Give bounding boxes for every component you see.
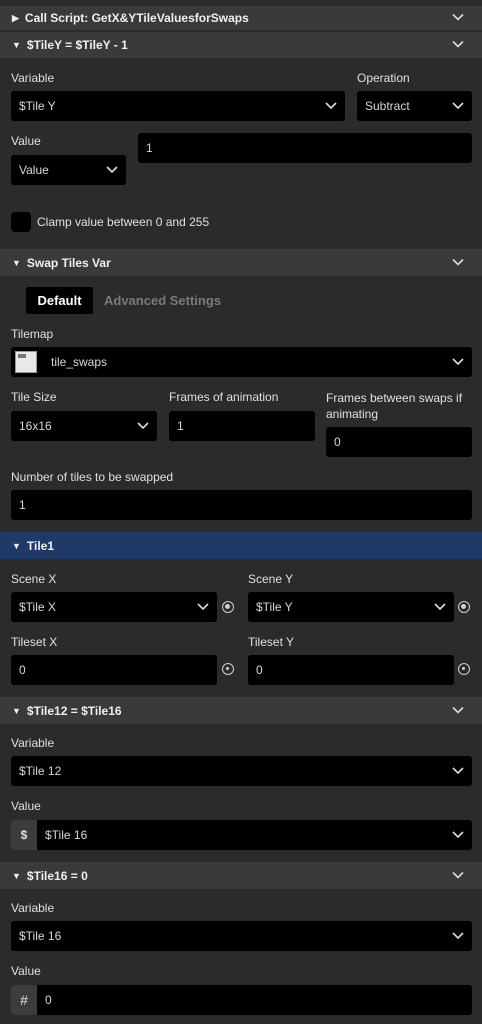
value-input[interactable]: 1	[138, 133, 472, 163]
radio-target-icon[interactable]	[458, 601, 470, 613]
number-prefix-button[interactable]: #	[11, 985, 37, 1015]
clamp-label: Clamp value between 0 and 255	[37, 215, 210, 229]
tile16-variable-value: $Tile 16	[19, 929, 62, 943]
chevron-down-icon[interactable]	[452, 870, 464, 880]
frames-between-value: 0	[334, 435, 341, 449]
caret-down-icon: ▼	[12, 40, 21, 50]
caret-down-icon: ▼	[12, 870, 21, 881]
swap-tiles-header[interactable]: ▼ Swap Tiles Var	[0, 249, 482, 276]
tileset-x-label: Tileset X	[11, 635, 58, 649]
call-script-title: Call Script: GetX&YTileValuesforSwaps	[24, 11, 249, 25]
swap-tiles-title: Swap Tiles Var	[26, 255, 111, 270]
tile12-header[interactable]: ▼ $Tile12 = $Tile16	[0, 697, 482, 724]
tile16-variable-select[interactable]: $Tile 16	[11, 921, 472, 951]
tile16-value-input[interactable]: # 0	[11, 985, 472, 1015]
tile16-value-value: 0	[45, 993, 52, 1007]
chevron-down-icon	[452, 358, 464, 366]
chevron-down-icon	[106, 166, 118, 174]
tile12-value-label: Value	[11, 799, 41, 813]
tileset-x-input[interactable]: 0	[11, 655, 217, 685]
chevron-down-icon[interactable]	[452, 40, 464, 50]
tile12-value-value: $Tile 16	[45, 828, 88, 842]
scene-x-select[interactable]: $Tile X	[11, 592, 217, 622]
tileset-y-value: 0	[256, 663, 263, 677]
frames-between-label: Frames between swaps if animating	[326, 391, 463, 421]
caret-down-icon: ▼	[12, 705, 21, 716]
num-tiles-label: Number of tiles to be swapped	[11, 470, 174, 484]
scene-x-label: Scene X	[11, 572, 57, 586]
tile12-variable-value: $Tile 12	[19, 764, 62, 778]
tile12-value-select[interactable]: $ $Tile 16	[11, 820, 472, 850]
chevron-down-icon	[452, 767, 464, 775]
tile1-title: Tile1	[26, 538, 55, 553]
tile16-variable-label: Variable	[11, 901, 55, 915]
tile16-title: $Tile16 = 0	[26, 868, 88, 883]
radio-target-icon[interactable]	[458, 663, 470, 675]
radio-target-icon[interactable]	[222, 601, 234, 613]
scene-y-label: Scene Y	[248, 572, 294, 586]
value-label: Value	[11, 134, 41, 148]
tile12-title: $Tile12 = $Tile16	[26, 703, 122, 718]
operation-label: Operation	[357, 71, 410, 85]
chevron-down-icon	[137, 422, 149, 430]
tileset-x-value: 0	[19, 663, 26, 677]
call-script-header[interactable]: ▶ Call Script: GetX&YTileValuesforSwaps	[0, 6, 482, 30]
tilemap-value: tile_swaps	[51, 355, 108, 369]
num-tiles-value: 1	[19, 498, 26, 512]
operation-select[interactable]: Subtract	[357, 91, 472, 121]
tile-size-label: Tile Size	[11, 390, 57, 404]
clamp-checkbox[interactable]	[11, 212, 31, 232]
tile16-header[interactable]: ▼ $Tile16 = 0	[0, 862, 482, 889]
tiley-title: $TileY = $TileY - 1	[26, 38, 128, 52]
value-type-select[interactable]: Value	[11, 155, 126, 185]
frames-value: 1	[177, 419, 184, 433]
chevron-down-icon	[452, 932, 464, 940]
chevron-down-icon[interactable]	[452, 705, 464, 715]
tileset-y-input[interactable]: 0	[248, 655, 454, 685]
caret-right-icon: ▶	[12, 12, 19, 23]
tile12-variable-label: Variable	[11, 736, 55, 750]
value-number: 1	[146, 141, 153, 155]
scene-y-value: $Tile Y	[256, 600, 293, 614]
chevron-down-icon	[197, 603, 209, 611]
tab-default[interactable]: Default	[26, 287, 93, 314]
chevron-down-icon	[452, 102, 464, 110]
chevron-down-icon	[325, 102, 337, 110]
tile-size-select[interactable]: 16x16	[11, 411, 157, 441]
frames-between-input[interactable]: 0	[326, 427, 472, 457]
operation-value: Subtract	[365, 99, 410, 113]
tileset-y-label: Tileset Y	[248, 635, 295, 649]
chevron-down-icon[interactable]	[452, 257, 464, 267]
chevron-down-icon[interactable]	[452, 13, 464, 23]
radio-target-icon[interactable]	[222, 663, 234, 675]
tile1-header[interactable]: ▼ Tile1	[0, 532, 482, 559]
chevron-down-icon	[452, 831, 464, 839]
tile12-variable-select[interactable]: $Tile 12	[11, 756, 472, 786]
tile-size-value: 16x16	[19, 419, 52, 433]
frames-input[interactable]: 1	[169, 411, 315, 441]
frames-label: Frames of animation	[169, 390, 279, 404]
caret-down-icon: ▼	[12, 540, 21, 551]
chevron-down-icon	[434, 603, 446, 611]
variable-value: $Tile Y	[19, 99, 56, 113]
scene-y-select[interactable]: $Tile Y	[248, 592, 454, 622]
tilemap-label: Tilemap	[11, 327, 54, 341]
value-type: Value	[19, 163, 49, 177]
tilemap-thumbnail	[15, 351, 37, 373]
tilemap-select[interactable]: tile_swaps	[11, 347, 472, 377]
variable-label: Variable	[11, 71, 55, 85]
caret-down-icon: ▼	[12, 257, 21, 268]
variable-select[interactable]: $Tile Y	[11, 91, 345, 121]
num-tiles-input[interactable]: 1	[11, 490, 472, 520]
tile16-value-label: Value	[11, 964, 41, 978]
variable-prefix-button[interactable]: $	[11, 820, 37, 850]
tiley-header[interactable]: ▼ $TileY = $TileY - 1	[0, 32, 482, 58]
tab-advanced-settings[interactable]: Advanced Settings	[104, 293, 221, 308]
scene-x-value: $Tile X	[19, 600, 56, 614]
